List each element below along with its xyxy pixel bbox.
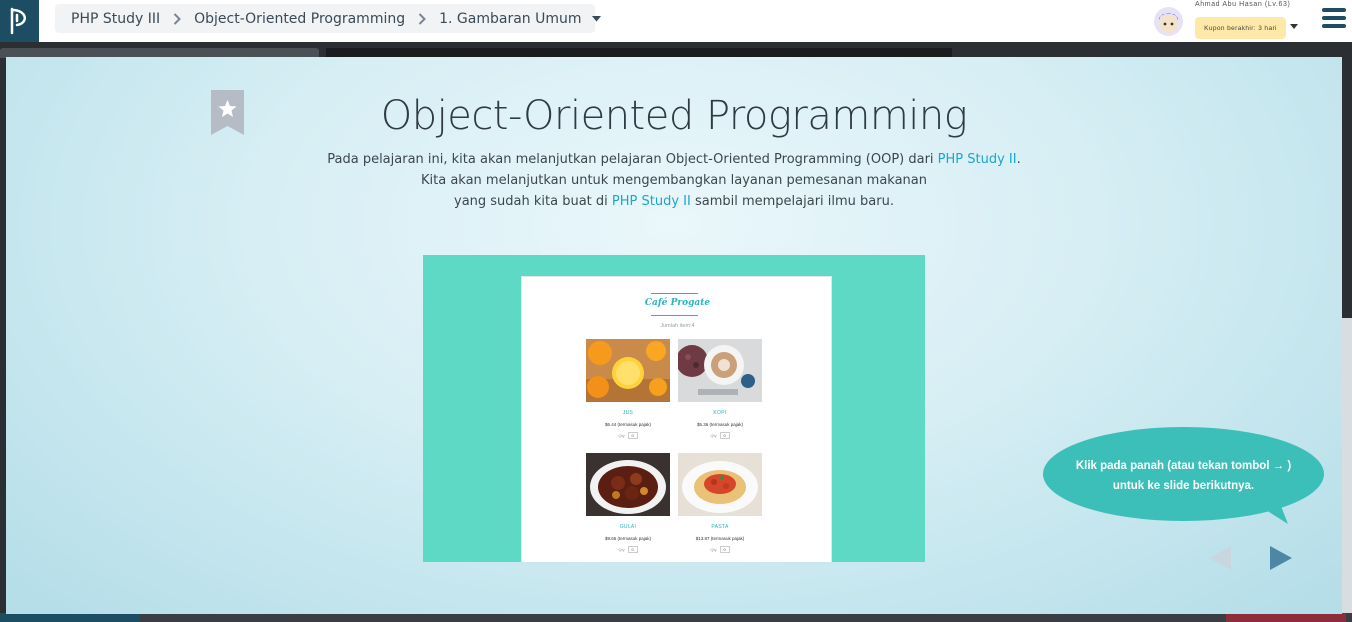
desc-text: yang sudah kita buat di [454,194,612,209]
curry-image [586,453,670,516]
quantity-field: Qty 0 [678,546,762,553]
preview-item-count: Jumlah item:4 [660,323,695,329]
chevron-right-icon [173,12,182,25]
breadcrumb: PHP Study III Object-Oriented Programmin… [55,4,601,33]
divider [651,293,698,294]
hint-text: Klik pada panah (atau tekan tombol → ) u… [1043,456,1324,496]
caret-down-icon[interactable] [591,15,601,22]
breadcrumb-lesson[interactable]: 1. Gambaran Umum [439,11,581,27]
chevron-right-icon [418,12,427,25]
top-bar: PHP Study III Object-Oriented Programmin… [0,0,1352,42]
coffee-image [678,339,762,402]
qty-label: Qty [618,433,625,438]
background-scrollbar [1342,318,1352,614]
desc-text: Kita akan melanjutkan untuk mengembangka… [420,173,928,188]
hamburger-menu-icon[interactable] [1322,8,1346,30]
qty-label: Qty [618,547,625,552]
php-study-2-link[interactable]: PHP Study II [938,152,1017,167]
menu-item-price: $6.44 (termasuk pajak) [604,422,652,427]
quantity-field: Qty 0 [586,432,670,439]
qty-value: 0 [719,546,730,553]
menu-item-name: JUS [622,410,634,416]
desc-text: Pada pelajaran ini, kita akan melanjutka… [327,152,938,167]
divider [651,315,698,316]
arrow-left-icon[interactable] [1209,546,1231,570]
hint-line: Klik pada panah (atau tekan tombol → ) [1075,460,1292,472]
menu-item-price: $5.36 (termasuk pajak) [696,422,744,427]
background-footer-left [0,613,140,622]
qty-label: Qty [710,433,717,438]
background-footer-button [1226,613,1346,622]
app-preview-window: Café Progate Jumlah item:4 JUS $6.44 (te… [521,276,832,562]
breadcrumb-course[interactable]: PHP Study III [71,11,160,27]
desc-text: . [1016,152,1021,167]
menu-item: PASTA $13.87 (termasuk pajak) Qty 0 [678,453,762,553]
menu-item-price: $9.65 (termasuk pajak) [604,536,652,541]
coupon-badge[interactable]: Kupon berakhir: 3 hari [1195,17,1286,39]
juice-image [586,339,670,402]
menu-item: GULAI $9.65 (termasuk pajak) Qty 0 [586,453,670,553]
slide-title: Object-Oriented Programming [380,93,968,139]
quantity-field: Qty 0 [678,432,762,439]
progate-logo-icon[interactable] [0,0,39,42]
arrow-right-icon[interactable] [1270,546,1292,570]
background-footer [0,613,1352,622]
user-name[interactable]: Ahmad Abu Hasan (Lv.63) [1195,1,1290,8]
slide-description: Pada pelajaran ini, kita akan melanjutka… [6,149,1342,212]
menu-item: KOPI $5.36 (termasuk pajak) Qty 0 [678,339,762,439]
menu-item-name: GULAI [619,524,637,530]
qty-value: 0 [627,432,638,439]
app-preview-image: Café Progate Jumlah item:4 JUS $6.44 (te… [423,255,925,562]
pasta-image [678,453,762,516]
qty-value: 0 [627,546,638,553]
avatar[interactable] [1154,7,1183,36]
hint-line: untuk ke slide berikutnya. [1112,480,1255,492]
menu-item-price: $13.87 (termasuk pajak) [695,536,745,541]
quantity-field: Qty 0 [586,546,670,553]
preview-brand: Café Progate [644,298,711,308]
menu-item-name: PASTA [711,524,729,530]
qty-value: 0 [719,432,730,439]
qty-label: Qty [710,547,717,552]
caret-down-icon[interactable] [1290,16,1298,34]
menu-item-name: KOPI [713,410,727,416]
php-study-2-link[interactable]: PHP Study II [612,194,691,209]
menu-item: JUS $6.44 (termasuk pajak) Qty 0 [586,339,670,439]
desc-text: sambil mempelajari ilmu baru. [690,194,894,209]
slide-modal: Object-Oriented Programming Pada pelajar… [6,57,1342,614]
breadcrumb-chapter[interactable]: Object-Oriented Programming [194,11,405,27]
